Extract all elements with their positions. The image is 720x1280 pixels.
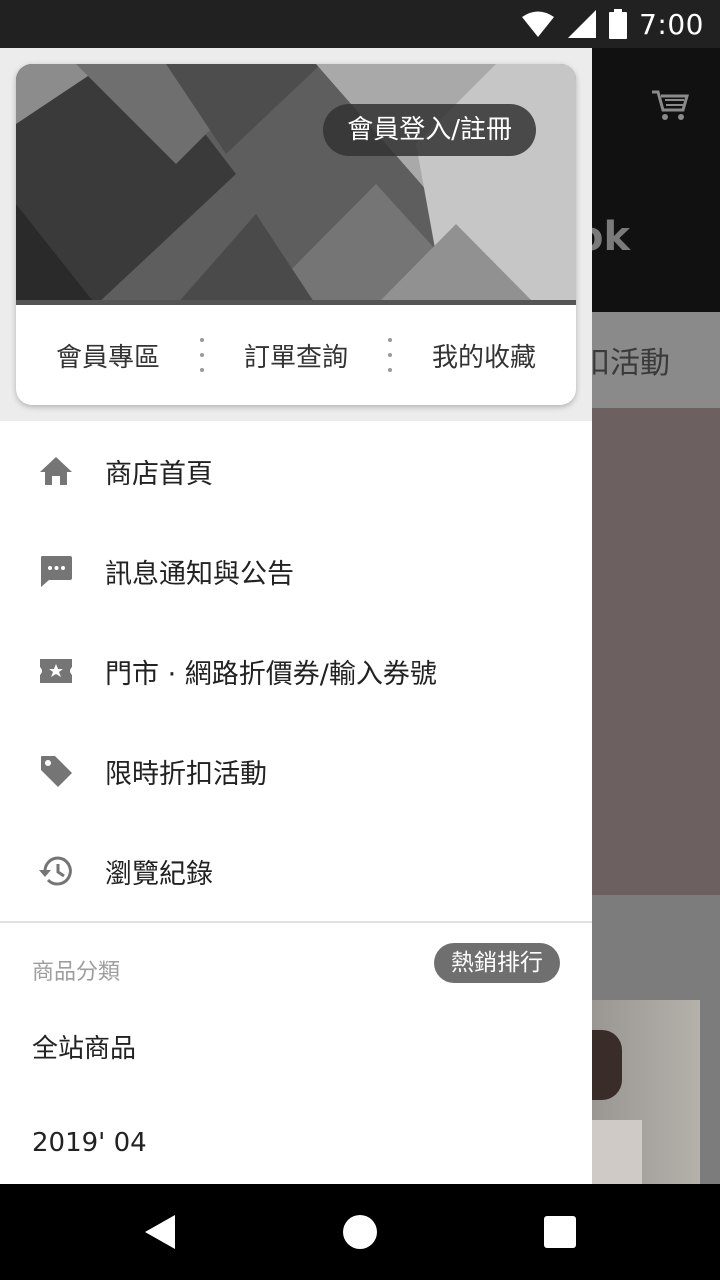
- drawer-menu: 商店首頁 訊息通知與公告 門市 · 網路折價券/輸入券號 限時折扣活動 瀏覽紀錄: [0, 421, 592, 921]
- category-item-all[interactable]: 全站商品: [32, 1028, 136, 1065]
- menu-item-notifications[interactable]: 訊息通知與公告: [0, 521, 592, 621]
- bg-tab-label: 扣活動: [580, 346, 670, 381]
- history-icon: [39, 856, 72, 886]
- message-icon: [41, 556, 72, 587]
- back-icon[interactable]: [144, 1214, 176, 1250]
- bg-product-photo: [592, 1000, 700, 1184]
- best-sellers-badge[interactable]: 熱銷排行: [434, 943, 560, 983]
- member-card: 會員登入/註冊 會員專區 訂單查詢 我的收藏: [16, 64, 576, 405]
- menu-item-store-home[interactable]: 商店首頁: [0, 421, 592, 521]
- quick-link-orders[interactable]: 訂單查詢: [204, 337, 388, 374]
- menu-item-label: 瀏覽紀錄: [105, 858, 213, 890]
- home-icon: [40, 457, 72, 485]
- menu-item-label: 訊息通知與公告: [105, 558, 294, 590]
- navigation-drawer: 會員登入/註冊 會員專區 訂單查詢 我的收藏 商店首頁 訊息通知與公告 門市 ·…: [0, 48, 592, 1184]
- menu-item-flash-sale[interactable]: 限時折扣活動: [0, 721, 592, 821]
- cart-icon[interactable]: [650, 86, 690, 122]
- home-button-icon[interactable]: [343, 1215, 377, 1249]
- tag-icon: [41, 756, 72, 787]
- menu-item-history[interactable]: 瀏覽紀錄: [0, 821, 592, 921]
- signal-icon: [568, 10, 597, 38]
- member-login-button[interactable]: 會員登入/註冊: [323, 104, 536, 156]
- category-section-title: 商品分類: [32, 960, 121, 985]
- member-banner: [16, 64, 576, 305]
- battery-icon: [609, 9, 628, 39]
- section-divider: [0, 921, 592, 923]
- status-bar: 7:00: [0, 0, 720, 48]
- menu-item-label: 商店首頁: [105, 458, 213, 490]
- quick-links: 會員專區 訂單查詢 我的收藏: [16, 305, 576, 405]
- drawer-header: 會員登入/註冊 會員專區 訂單查詢 我的收藏: [0, 48, 592, 421]
- menu-item-label: 限時折扣活動: [105, 758, 267, 790]
- quick-link-member[interactable]: 會員專區: [16, 337, 200, 374]
- menu-item-coupons[interactable]: 門市 · 網路折價券/輸入券號: [0, 621, 592, 721]
- wifi-icon: [522, 11, 555, 37]
- coupon-icon: [40, 659, 72, 683]
- category-item-2019-04[interactable]: 2019' 04: [32, 1128, 147, 1158]
- recent-apps-icon[interactable]: [544, 1216, 576, 1248]
- menu-item-label: 門市 · 網路折價券/輸入券號: [105, 658, 437, 690]
- quick-link-favorites[interactable]: 我的收藏: [392, 337, 576, 374]
- status-time: 7:00: [639, 7, 704, 41]
